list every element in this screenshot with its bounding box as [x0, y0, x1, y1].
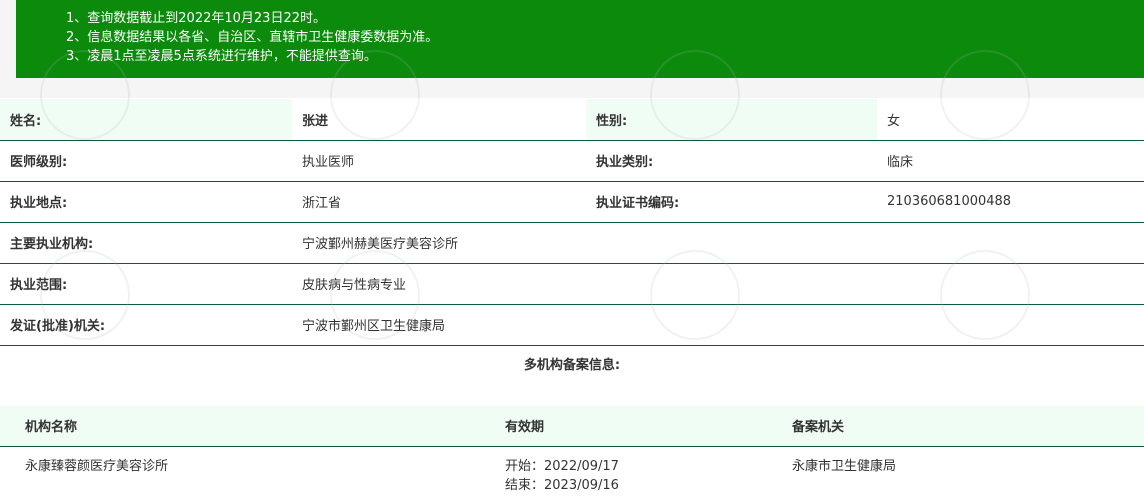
multi-institution-table: 机构名称 有效期 备案机关 永康臻蓉颜医疗美容诊所 开始：2022/09/17 … [0, 406, 1144, 495]
multi-institution-title: 多机构备案信息: [523, 358, 621, 373]
location-label: 执业地点: [0, 181, 292, 223]
category-value: 临床 [877, 140, 1144, 182]
info-row-issuer: 发证(批准)机关: 宁波市鄞州区卫生健康局 [0, 304, 1144, 346]
notice-line-1: 1、查询数据截止到2022年10月23日22时。 [66, 11, 326, 26]
institution-label: 主要执业机构: [0, 222, 292, 264]
scope-value: 皮肤病与性病专业 [292, 263, 1144, 305]
level-value: 执业医师 [292, 140, 586, 182]
info-row-institution: 主要执业机构: 宁波鄞州赫美医疗美容诊所 [0, 222, 1144, 264]
doctor-info-table: 姓名: 张进 性别: 女 医师级别: 执业医师 执业类别: 临床 执业地点: 浙… [0, 99, 1144, 346]
gender-label: 性别: [586, 99, 877, 141]
header-authority: 备案机关 [767, 406, 1144, 447]
issuer-value: 宁波市鄞州区卫生健康局 [292, 304, 1144, 346]
name-label: 姓名: [0, 99, 292, 141]
location-value: 浙江省 [292, 181, 586, 223]
validity-start: 开始：2022/09/17 [505, 458, 619, 474]
table-row: 永康臻蓉颜医疗美容诊所 开始：2022/09/17 结束：2023/09/16 … [0, 446, 1144, 495]
institution-value: 宁波鄞州赫美医疗美容诊所 [292, 222, 1144, 264]
notice-line-2: 2、信息数据结果以各省、自治区、直辖市卫生健康委数据为准。 [66, 30, 439, 45]
level-label: 医师级别: [0, 140, 292, 182]
validity-end: 结束：2023/09/16 [505, 477, 619, 493]
gender-value: 女 [877, 99, 1144, 141]
name-value: 张进 [292, 99, 586, 141]
authority-name: 永康市卫生健康局 [792, 458, 897, 474]
notice-line-3: 3、凌晨1点至凌晨5点系统进行维护，不能提供查询。 [66, 49, 377, 64]
info-row-level: 医师级别: 执业医师 执业类别: 临床 [0, 140, 1144, 182]
info-row-location: 执业地点: 浙江省 执业证书编码: 210360681000488 [0, 181, 1144, 223]
info-row-name: 姓名: 张进 性别: 女 [0, 99, 1144, 141]
scope-label: 执业范围: [0, 263, 292, 305]
issuer-label: 发证(批准)机关: [0, 304, 292, 346]
header-validity: 有效期 [480, 406, 767, 447]
institution-name: 永康臻蓉颜医疗美容诊所 [25, 458, 169, 474]
category-label: 执业类别: [586, 140, 877, 182]
cert-value: 210360681000488 [877, 181, 1144, 223]
notice-banner: 1、查询数据截止到2022年10月23日22时。 2、信息数据结果以各省、自治区… [16, 0, 1144, 78]
header-institution-name: 机构名称 [0, 406, 480, 447]
cert-label: 执业证书编码: [586, 181, 877, 223]
info-row-scope: 执业范围: 皮肤病与性病专业 [0, 263, 1144, 305]
validity-cell: 开始：2022/09/17 结束：2023/09/16 [480, 446, 767, 495]
multi-institution-header: 机构名称 有效期 备案机关 [0, 406, 1144, 447]
